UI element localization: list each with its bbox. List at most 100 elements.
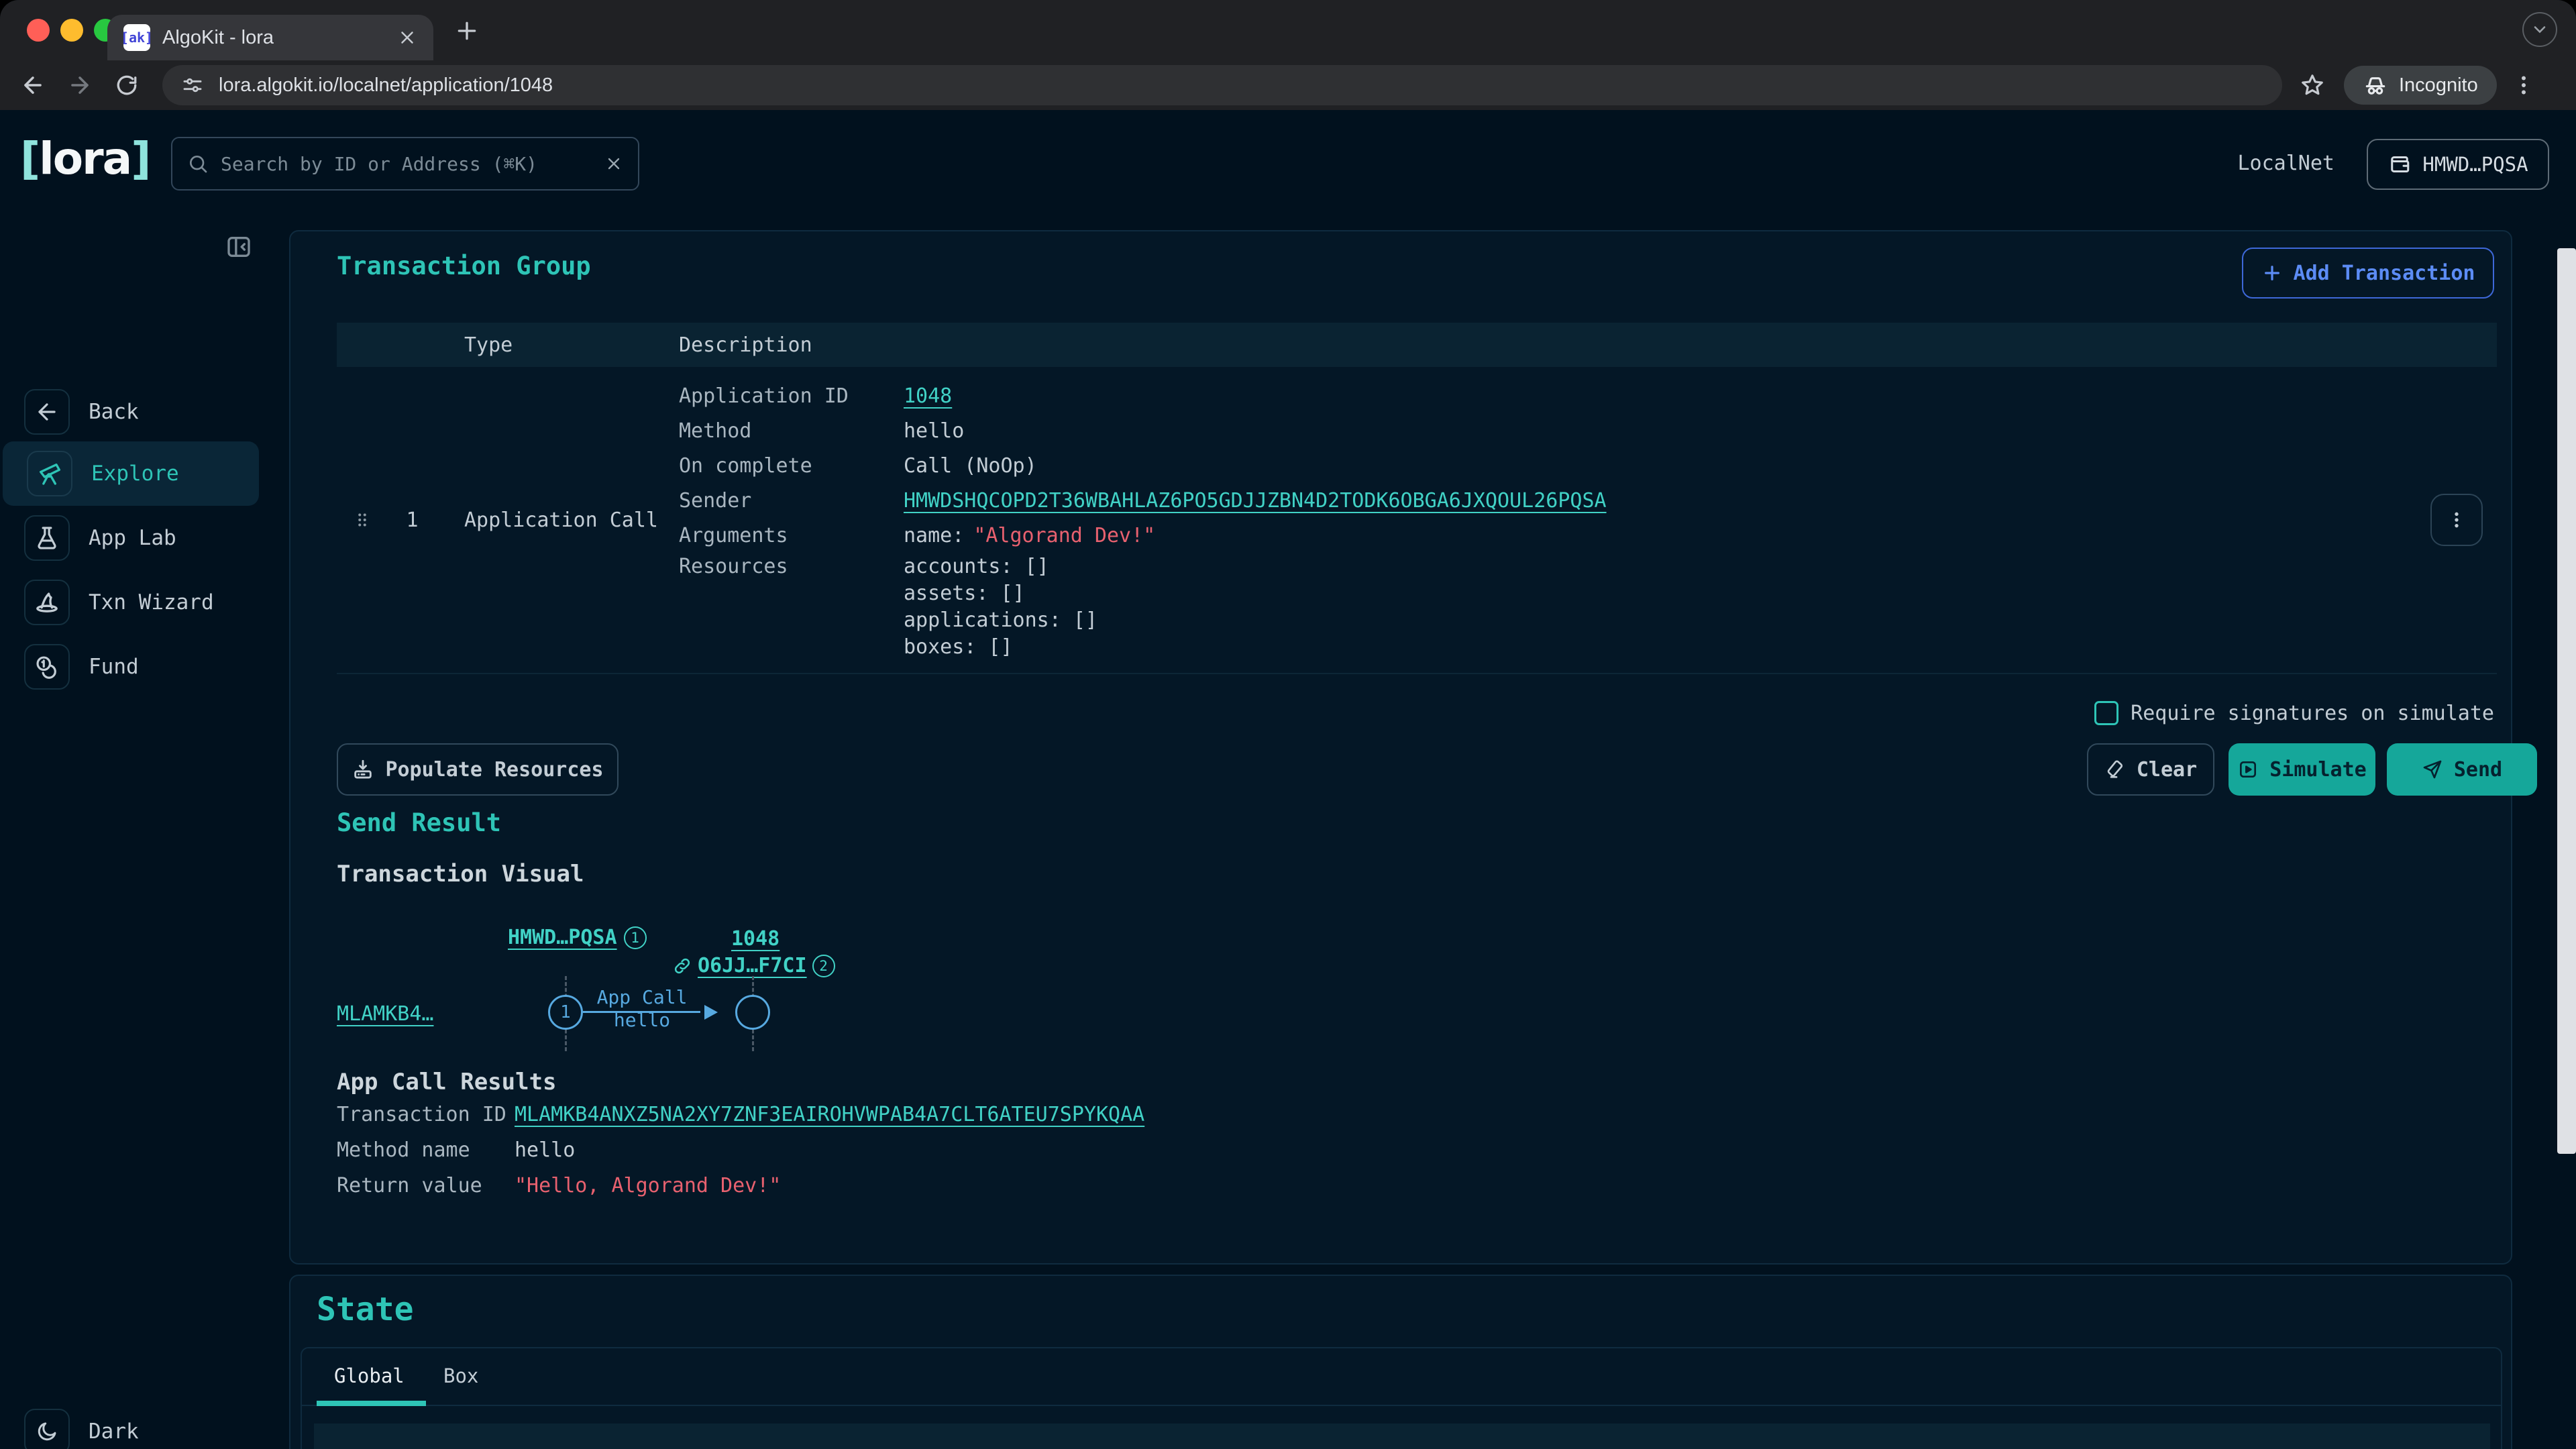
require-signatures-label: Require signatures on simulate [2131, 702, 2494, 725]
sidebar-item-label: Fund [89, 655, 139, 679]
populate-resources-button[interactable]: Populate Resources [337, 743, 619, 796]
tab-favicon: [ak] [123, 24, 150, 51]
transaction-group-title: Transaction Group [337, 252, 591, 280]
method-value: hello [904, 419, 964, 443]
url-text: lora.algokit.io/localnet/application/104… [219, 74, 553, 97]
transaction-id-link[interactable]: MLAMKB4ANXZ5NA2XY7ZNF3EAIROHVWPAB4A7CLT6… [515, 1103, 1144, 1126]
moon-icon [24, 1409, 70, 1449]
link-icon [672, 956, 692, 976]
sidebar-item-txn-wizard[interactable]: Txn Wizard [0, 570, 263, 635]
active-tab-indicator [317, 1401, 426, 1406]
lora-logo[interactable]: [lora] [20, 133, 150, 184]
visual-app-link[interactable]: 1048 [731, 927, 780, 951]
app-call-results-title: App Call Results [337, 1069, 557, 1095]
send-button[interactable]: Send [2387, 743, 2537, 796]
clear-label: Clear [2137, 758, 2197, 782]
field-label: Return value [337, 1174, 515, 1197]
bookmark-star-icon[interactable] [2300, 72, 2325, 98]
application-id-link[interactable]: 1048 [904, 384, 952, 408]
transaction-group-card: Transaction Group Add Transaction Type D… [289, 230, 2512, 1265]
arrow-left-icon [24, 389, 70, 435]
coins-icon [24, 644, 70, 690]
tab-global[interactable]: Global [334, 1364, 405, 1387]
populate-resources-label: Populate Resources [385, 758, 603, 782]
reload-icon[interactable] [103, 73, 150, 97]
resource-line: boxes: [] [904, 633, 2416, 660]
sidebar-item-dark-mode[interactable]: Dark [0, 1399, 263, 1449]
action-buttons-row: Populate Resources Clear Simulate [337, 743, 2497, 796]
send-result-title: Send Result [337, 808, 501, 837]
field-label: Resources [679, 555, 904, 578]
state-title: State [317, 1291, 414, 1328]
column-type: Type [437, 333, 662, 357]
play-square-icon [2237, 759, 2259, 780]
kebab-icon [2446, 509, 2467, 531]
sidebar-collapse-icon[interactable] [224, 233, 254, 260]
sender-link[interactable]: HMWDSHQCOPD2T36WBAHLAZ6PO5GDJJZBN4D2TODK… [904, 489, 1607, 513]
network-label[interactable]: LocalNet [2238, 152, 2335, 175]
tab-close-icon[interactable] [397, 28, 417, 48]
column-description: Description [662, 333, 812, 357]
incognito-badge: Incognito [2344, 66, 2497, 105]
drag-handle-icon[interactable] [337, 367, 387, 673]
row-menu-button[interactable] [2430, 494, 2483, 546]
site-settings-icon[interactable] [181, 74, 204, 97]
row-description: Application ID1048 Methodhello On comple… [662, 367, 2416, 673]
edge-label-type: App Call [568, 986, 716, 1008]
send-plane-icon [2422, 759, 2443, 780]
simulate-button[interactable]: Simulate [2229, 743, 2375, 796]
search-input[interactable] [221, 153, 592, 175]
state-column-type: Type [942, 1446, 990, 1449]
send-label: Send [2454, 758, 2502, 782]
sidebar-item-fund[interactable]: Fund [0, 635, 263, 699]
incognito-icon [2363, 72, 2388, 98]
visual-row-txn-link[interactable]: MLAMKB4… [337, 1002, 434, 1026]
minimize-window-button[interactable] [60, 19, 83, 42]
window-menu-chevron[interactable] [2522, 12, 2557, 47]
tab-title: AlgoKit - lora [162, 27, 385, 49]
field-label: Application ID [679, 384, 904, 408]
visual-group-link[interactable]: O6JJ…F7CI [698, 954, 807, 977]
page-scrollbar-thumb[interactable] [2557, 248, 2576, 1154]
plus-icon [2261, 262, 2283, 284]
browser-titlebar: [ak] AlgoKit - lora [0, 0, 2576, 60]
visual-sender-link[interactable]: HMWD…PQSA [508, 926, 617, 949]
sidebar-item-label: App Lab [89, 526, 176, 550]
search-clear-icon[interactable] [604, 154, 623, 173]
state-column-key: Key [341, 1446, 378, 1449]
transaction-row[interactable]: 1 Application Call Application ID1048 Me… [337, 367, 2497, 674]
simulate-signatures-row: Require signatures on simulate [2094, 701, 2494, 725]
url-bar[interactable]: lora.algokit.io/localnet/application/104… [162, 65, 2282, 105]
add-transaction-label: Add Transaction [2294, 262, 2475, 285]
resource-line: applications: [] [904, 606, 2416, 633]
sidebar-item-explore[interactable]: Explore [3, 441, 259, 506]
browser-menu-icon[interactable] [2512, 73, 2536, 97]
add-transaction-button[interactable]: Add Transaction [2242, 248, 2494, 299]
sidebar-item-label: Dark [89, 1419, 139, 1444]
tab-box[interactable]: Box [443, 1364, 478, 1387]
transaction-table-header: Type Description [337, 323, 2497, 367]
field-label: On complete [679, 454, 904, 478]
app-call-results-fields: Transaction IDMLAMKB4ANXZ5NA2XY7ZNF3EAIR… [337, 1097, 1144, 1203]
transaction-visual-diagram: HMWD…PQSA 1 1048 O6JJ…F7CI 2 MLAMKB4… 1 … [337, 914, 981, 1058]
txn-to-node [735, 995, 770, 1030]
field-label: Transaction ID [337, 1103, 515, 1126]
state-table-header: Key Type Value [314, 1424, 2490, 1449]
forward-nav-icon[interactable] [56, 72, 103, 98]
close-window-button[interactable] [27, 19, 50, 42]
transaction-visual-title: Transaction Visual [337, 861, 584, 888]
sidebar-item-app-lab[interactable]: App Lab [0, 506, 263, 570]
clear-button[interactable]: Clear [2087, 743, 2214, 796]
back-nav-icon[interactable] [9, 72, 56, 98]
new-tab-button[interactable] [453, 17, 480, 44]
browser-window: [ak] AlgoKit - lora lora.algokit.io/l [0, 0, 2576, 1449]
sidebar-item-back[interactable]: Back [0, 380, 263, 444]
search-box[interactable] [171, 137, 639, 191]
require-signatures-checkbox[interactable] [2094, 701, 2118, 725]
state-tabstrip: Global Box [302, 1348, 2501, 1406]
logo-text: lora [39, 133, 131, 184]
wallet-button[interactable]: HMWD…PQSA [2367, 139, 2549, 190]
sidebar-item-label: Back [89, 400, 139, 424]
field-label: Sender [679, 489, 904, 513]
browser-tab[interactable]: [ak] AlgoKit - lora [107, 15, 433, 60]
